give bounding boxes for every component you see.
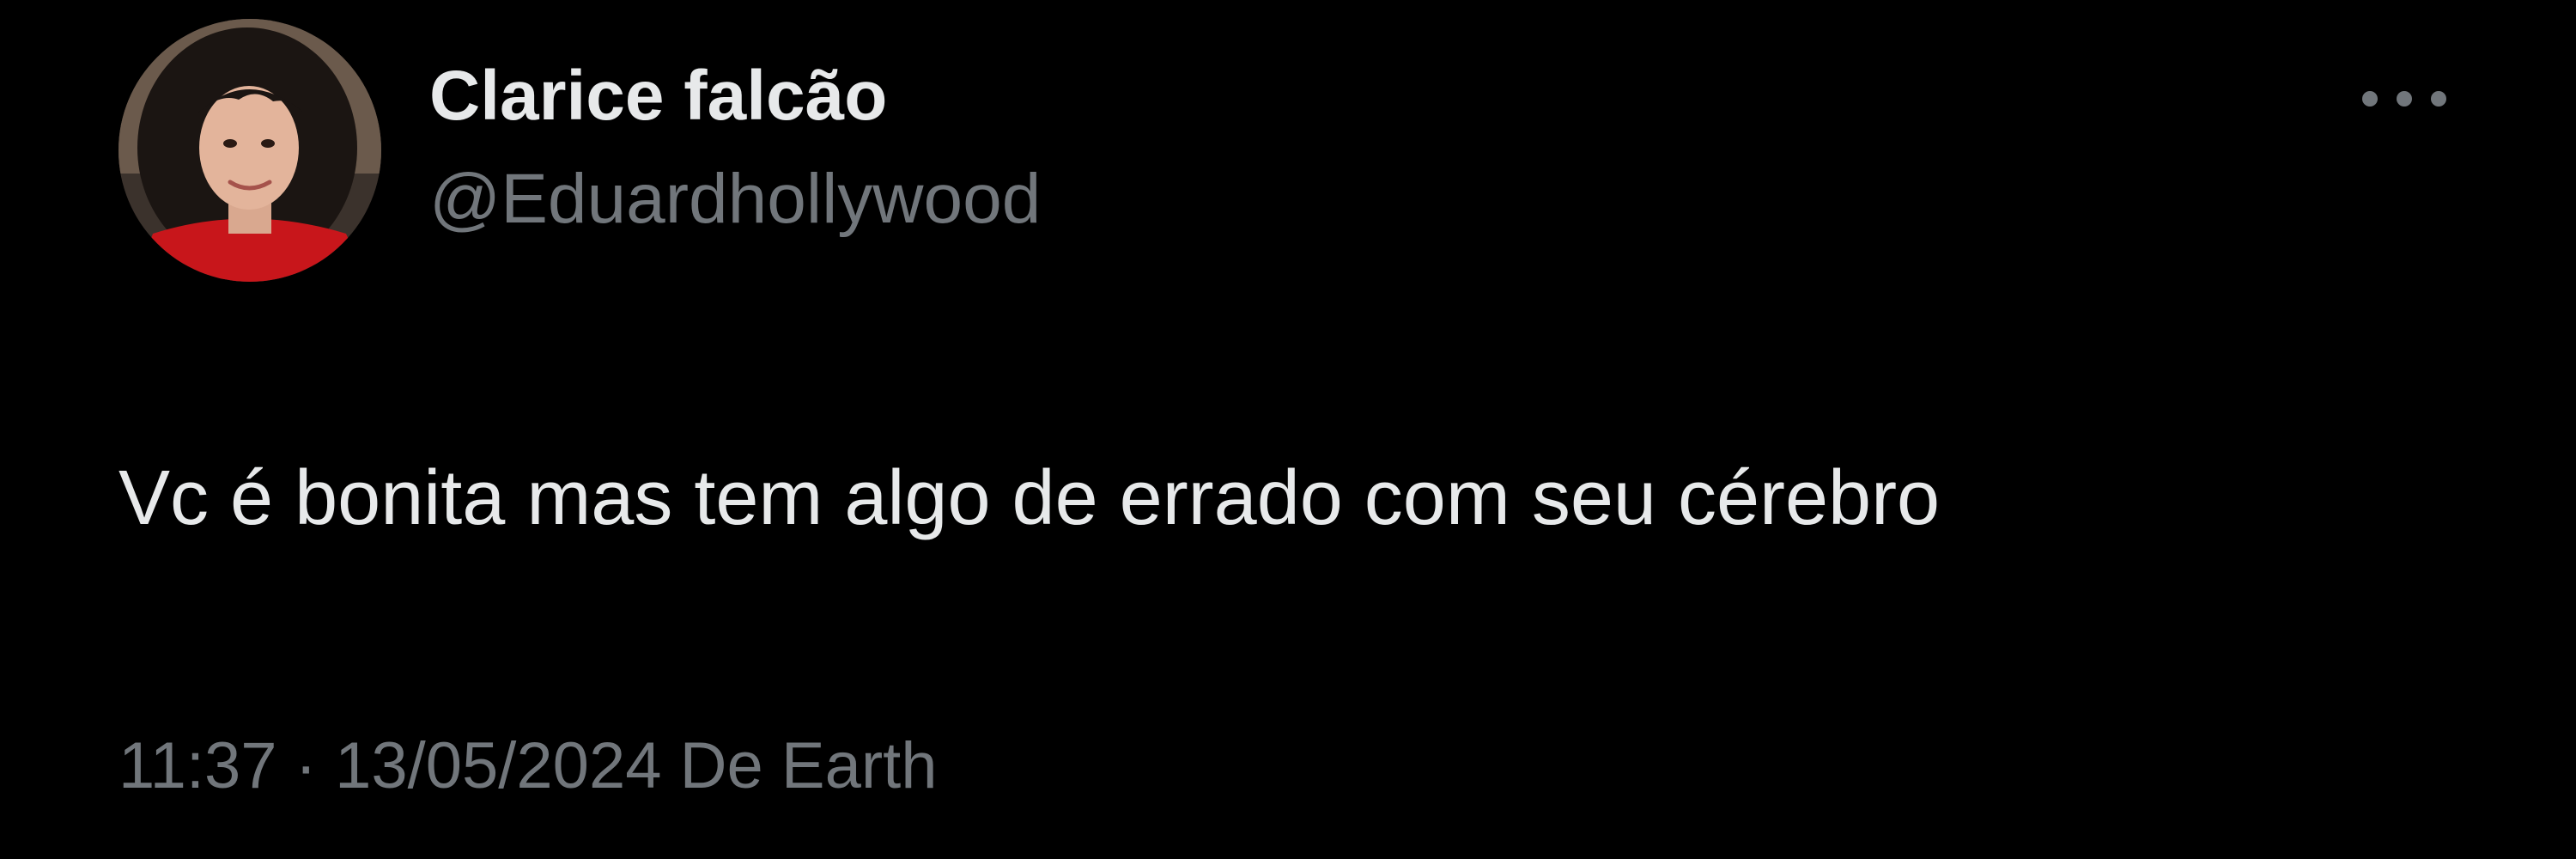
meta-separator: · [295,729,317,802]
author-handle[interactable]: @Eduardhollywood [429,156,1041,242]
avatar-image [118,19,381,282]
tweet-card: Clarice falcão @Eduardhollywood Vc é bon… [0,0,2576,859]
tweet-date[interactable]: 13/05/2024 [335,729,661,802]
tweet-meta: 11:37 · 13/05/2024 De Earth [118,723,938,809]
tweet-text: Vc é bonita mas tem algo de errado com s… [118,455,1941,541]
avatar[interactable] [118,19,381,282]
author-display-name[interactable]: Clarice falcão [429,53,887,139]
ellipsis-icon [2362,91,2446,107]
more-options-button[interactable] [2353,69,2456,129]
tweet-source: De Earth [679,729,938,802]
tweet-time[interactable]: 11:37 [118,729,277,802]
